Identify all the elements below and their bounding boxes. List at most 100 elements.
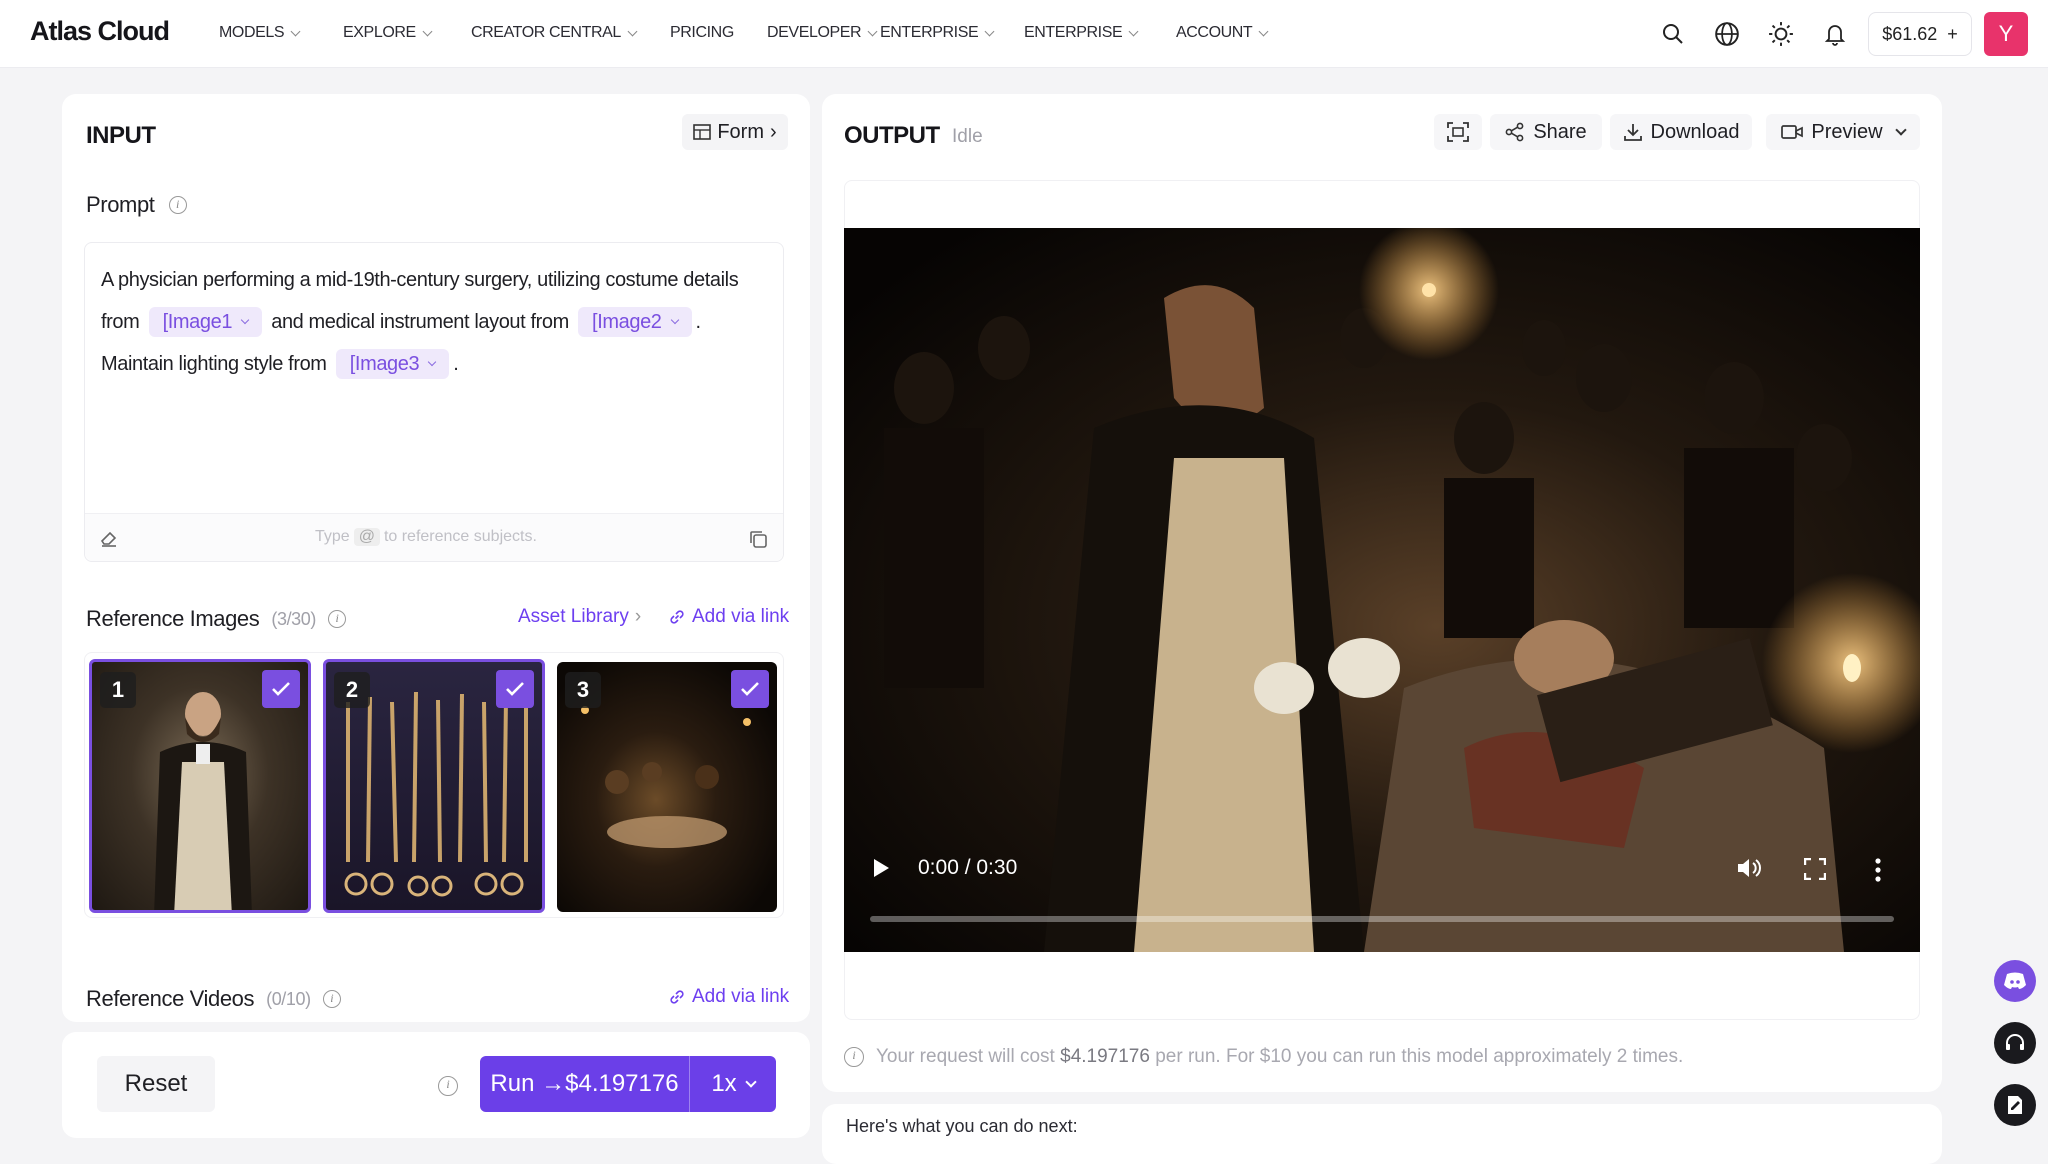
chevron-down-icon [670, 315, 679, 325]
form-toggle-button[interactable]: Form › [682, 114, 788, 150]
asset-library-link[interactable]: Asset Library › [518, 606, 641, 628]
nav-label: DEVELOPER [767, 24, 862, 41]
atlas-cloud-logo[interactable]: Atlas Cloud [30, 16, 170, 47]
chevron-right-icon: › [634, 606, 642, 627]
add-link-label: Add via link [692, 986, 790, 1007]
selected-check-icon[interactable] [262, 670, 300, 708]
run-label[interactable]: Run →$4.197176 [480, 1056, 690, 1112]
video-camera-icon [1781, 125, 1804, 139]
prompt-textarea[interactable]: A physician performing a mid-19th-centur… [84, 242, 784, 562]
chevron-down-icon [422, 26, 433, 36]
chevron-down-icon [240, 315, 250, 325]
fullscreen-icon[interactable] [1804, 858, 1826, 880]
search-icon [1663, 24, 1683, 44]
cost-value: $4.197176 [1060, 1046, 1150, 1067]
balance-button[interactable]: $61.62 + [1868, 12, 1972, 56]
volume-icon[interactable] [1736, 856, 1762, 880]
discord-icon [2004, 972, 2026, 989]
mention-hint: Type @ to reference subjects. [315, 528, 537, 546]
asset-library-label: Asset Library [518, 606, 629, 627]
add-link-label: Add via link [692, 606, 790, 627]
reference-images-count: (3/30) [271, 608, 316, 629]
nav-label: MODELS [219, 24, 285, 41]
selected-check-icon[interactable] [496, 670, 534, 708]
input-panel: INPUT Form › Prompt i A physician perfor… [62, 94, 810, 1022]
eraser-icon[interactable] [99, 528, 119, 548]
nav-enterprise[interactable]: ENTERPRISE [1024, 24, 1139, 42]
reference-image-1[interactable]: 1 [89, 659, 311, 913]
nav-developer[interactable]: DEVELOPER [767, 24, 878, 42]
nav-account[interactable]: ACCOUNT [1176, 24, 1269, 42]
reference-videos-header: Reference Videos (0/10) i [86, 986, 341, 1012]
multiplier-dropdown[interactable]: 1x [690, 1070, 776, 1098]
selected-check-icon[interactable] [731, 670, 769, 708]
image-index-badge: 3 [565, 672, 601, 708]
chevron-down-icon [1128, 26, 1139, 36]
chevron-down-icon [745, 1075, 757, 1088]
nav-creator-central[interactable]: CREATOR CENTRAL [471, 24, 638, 42]
table-icon [693, 124, 712, 140]
reset-button[interactable]: Reset [97, 1056, 215, 1112]
add-video-via-link[interactable]: Add via link [668, 986, 789, 1008]
output-video-player[interactable]: 0:00 / 0:30 [844, 228, 1920, 952]
reference-videos-count: (0/10) [266, 988, 311, 1009]
more-options-icon[interactable] [1874, 858, 1882, 882]
support-button[interactable] [1994, 1022, 2036, 1064]
image3-reference-chip[interactable]: [Image3 [335, 349, 450, 379]
video-progress-bar[interactable] [870, 916, 1894, 922]
info-icon[interactable]: i [438, 1076, 458, 1096]
nav-pricing[interactable]: PRICING [670, 24, 734, 42]
chip-label: [Image3 [349, 353, 420, 375]
chevron-down-icon [1894, 124, 1907, 136]
image-index-badge: 1 [100, 672, 136, 708]
add-image-via-link[interactable]: Add via link [668, 606, 789, 628]
add-funds-icon: + [1947, 23, 1958, 44]
input-title: INPUT [86, 122, 156, 149]
headset-icon [2006, 1034, 2024, 1050]
nav-models[interactable]: MODELS [219, 24, 301, 42]
preview-label: Preview [1811, 120, 1883, 143]
output-title: OUTPUT [844, 122, 940, 149]
nav-explore[interactable]: EXPLORE [343, 24, 433, 42]
avatar[interactable]: Y [1984, 12, 2028, 56]
reference-images-label: Reference Images [86, 606, 260, 631]
nav-enterprise-overlap[interactable]: ENTERPRISE [880, 24, 995, 42]
share-button[interactable]: Share [1490, 114, 1602, 150]
fullscreen-button[interactable] [1434, 114, 1482, 150]
info-icon[interactable]: i [328, 610, 346, 628]
info-icon[interactable]: i [322, 990, 341, 1008]
image2-reference-chip[interactable]: [Image2 [578, 307, 692, 337]
run-button[interactable]: Run →$4.197176 1x [480, 1056, 776, 1112]
chip-label: [Image1 [162, 311, 233, 333]
language-button[interactable] [1709, 16, 1745, 52]
cost-text-post: per run. For $10 you can run this model … [1155, 1046, 1684, 1067]
action-bar: Reset i Run →$4.197176 1x [62, 1032, 810, 1138]
hint-text: to reference subjects. [383, 528, 537, 545]
share-icon [1505, 122, 1524, 142]
download-button[interactable]: Download [1610, 114, 1752, 150]
copy-icon[interactable] [747, 528, 769, 550]
discord-button[interactable] [1994, 960, 2036, 1002]
feedback-button[interactable] [1994, 1084, 2036, 1126]
play-icon[interactable] [872, 858, 890, 878]
link-icon [670, 990, 684, 1004]
reference-images-header: Reference Images (3/30) i [86, 606, 346, 632]
prompt-text[interactable]: A physician performing a mid-19th-centur… [101, 259, 769, 385]
image1-reference-chip[interactable]: [Image1 [148, 307, 263, 337]
hint-text: Type [315, 528, 350, 545]
image-index-badge: 2 [334, 672, 370, 708]
output-panel: OUTPUT Idle Share Download Preview 0:00 … [822, 94, 1942, 1092]
balance-amount: $61.62 [1882, 23, 1938, 44]
globe-icon [1715, 22, 1739, 46]
edit-note-icon [2008, 1096, 2022, 1114]
reference-image-2[interactable]: 2 [323, 659, 545, 913]
search-button[interactable] [1655, 16, 1691, 52]
preview-dropdown[interactable]: Preview [1766, 114, 1920, 150]
notifications-button[interactable] [1817, 16, 1853, 52]
prompt-segment: . [453, 353, 459, 375]
reference-videos-label: Reference Videos [86, 986, 255, 1011]
theme-toggle-button[interactable] [1763, 16, 1799, 52]
reference-image-3[interactable]: 3 [557, 662, 777, 912]
info-icon[interactable]: i [168, 196, 187, 214]
prompt-label: Prompt [86, 192, 155, 217]
